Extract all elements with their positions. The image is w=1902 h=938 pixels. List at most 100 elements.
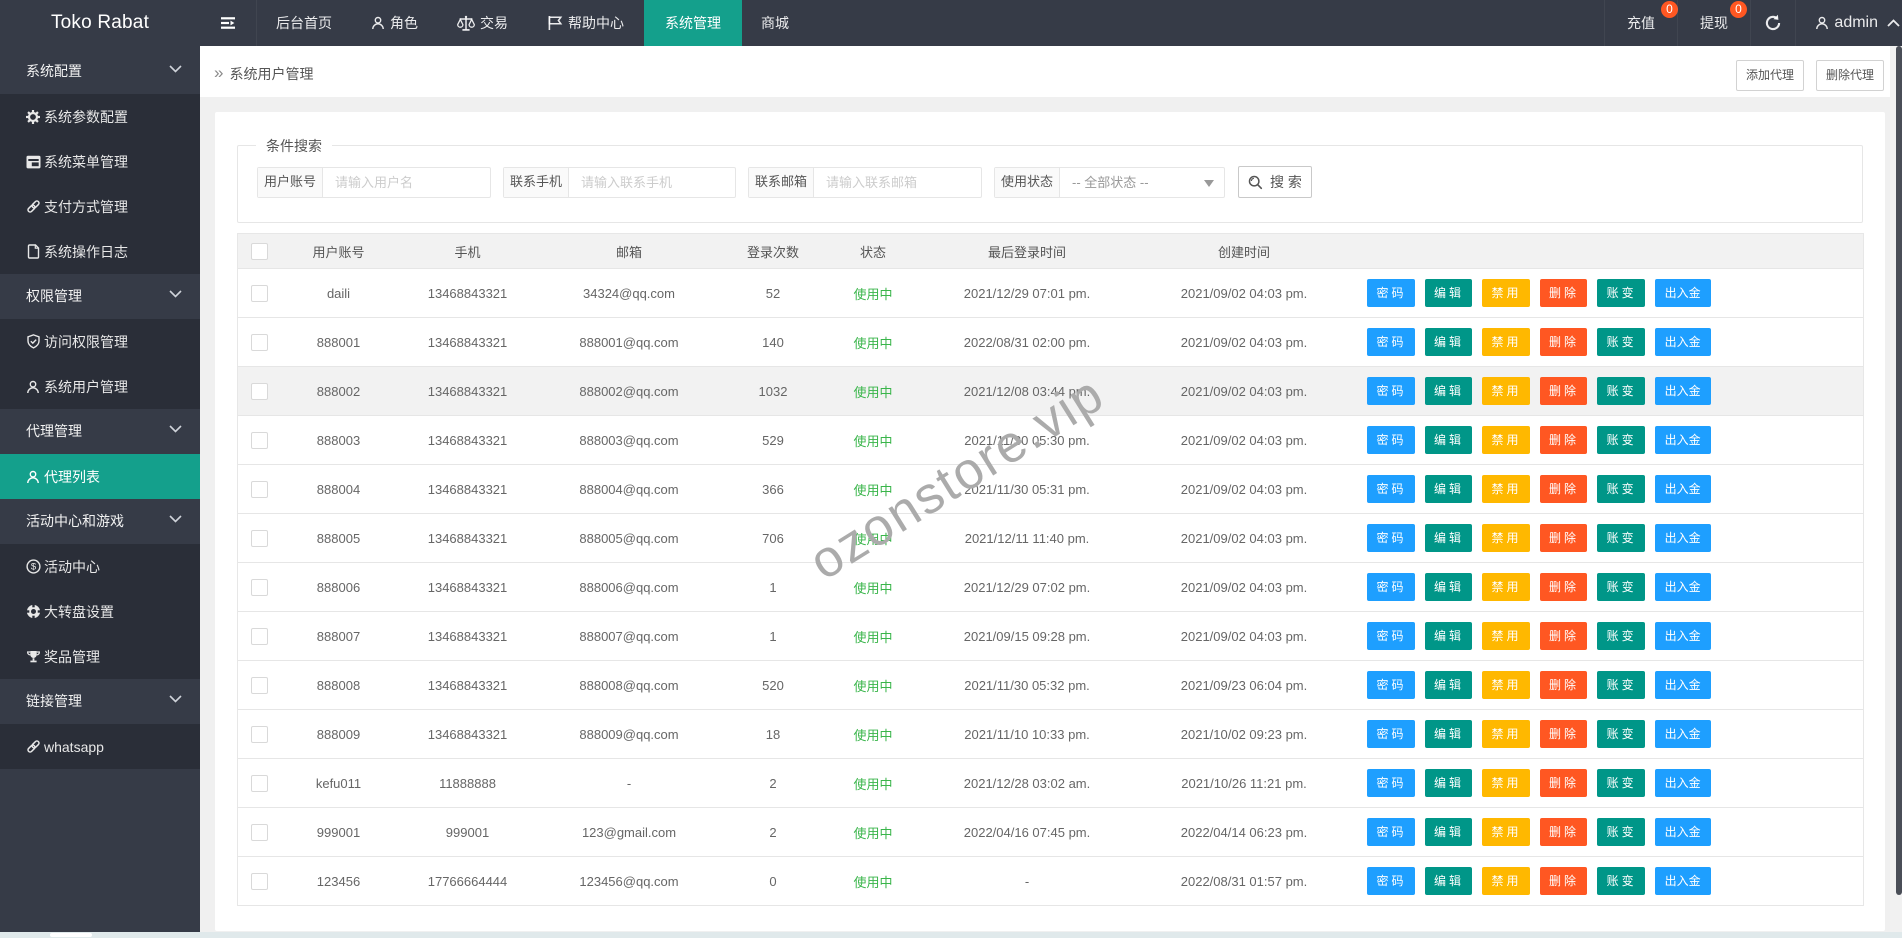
- nav-item-dashboard[interactable]: 后台首页: [257, 0, 352, 46]
- horizontal-scrollbar[interactable]: [0, 932, 1902, 938]
- action-deposit-withdraw-button[interactable]: 出入金: [1655, 573, 1711, 601]
- action-disable-button[interactable]: 禁用: [1482, 671, 1530, 699]
- row-checkbox[interactable]: [251, 775, 268, 792]
- action-edit-button[interactable]: 编辑: [1425, 671, 1473, 699]
- action-password-button[interactable]: 密码: [1367, 475, 1415, 503]
- action-disable-button[interactable]: 禁用: [1482, 720, 1530, 748]
- action-edit-button[interactable]: 编辑: [1425, 328, 1473, 356]
- action-disable-button[interactable]: 禁用: [1482, 328, 1530, 356]
- sidebar-item-system-menu[interactable]: 系统菜单管理: [0, 139, 200, 184]
- user-menu[interactable]: admin: [1795, 0, 1902, 46]
- action-disable-button[interactable]: 禁用: [1482, 769, 1530, 797]
- action-account-change-button[interactable]: 账变: [1597, 328, 1645, 356]
- sidebar-group-system-config[interactable]: 系统配置: [0, 49, 200, 94]
- action-delete-button[interactable]: 删除: [1540, 328, 1588, 356]
- action-password-button[interactable]: 密码: [1367, 720, 1415, 748]
- action-deposit-withdraw-button[interactable]: 出入金: [1655, 622, 1711, 650]
- action-account-change-button[interactable]: 账变: [1597, 867, 1645, 895]
- brand-logo[interactable]: Toko Rabat: [0, 0, 200, 46]
- nav-item-roles[interactable]: 角色: [352, 0, 438, 46]
- action-disable-button[interactable]: 禁用: [1482, 426, 1530, 454]
- status-select[interactable]: -- 全部状态 --: [1060, 168, 1224, 197]
- sidebar-item-prize-management[interactable]: 奖品管理: [0, 634, 200, 679]
- action-account-change-button[interactable]: 账变: [1597, 769, 1645, 797]
- action-edit-button[interactable]: 编辑: [1425, 622, 1473, 650]
- row-checkbox[interactable]: [251, 481, 268, 498]
- action-edit-button[interactable]: 编辑: [1425, 475, 1473, 503]
- action-account-change-button[interactable]: 账变: [1597, 279, 1645, 307]
- sidebar-item-whatsapp[interactable]: whatsapp: [0, 724, 200, 769]
- action-disable-button[interactable]: 禁用: [1482, 867, 1530, 895]
- sidebar-item-system-users[interactable]: 系统用户管理: [0, 364, 200, 409]
- action-disable-button[interactable]: 禁用: [1482, 377, 1530, 405]
- account-input[interactable]: [323, 168, 490, 197]
- action-password-button[interactable]: 密码: [1367, 671, 1415, 699]
- action-deposit-withdraw-button[interactable]: 出入金: [1655, 377, 1711, 405]
- sidebar-item-agent-list[interactable]: 代理列表: [0, 454, 200, 499]
- row-checkbox[interactable]: [251, 334, 268, 351]
- delete-agent-button[interactable]: 删除代理: [1816, 60, 1884, 91]
- withdraw-button[interactable]: 提现0: [1677, 0, 1750, 46]
- action-disable-button[interactable]: 禁用: [1482, 622, 1530, 650]
- action-edit-button[interactable]: 编辑: [1425, 769, 1473, 797]
- action-disable-button[interactable]: 禁用: [1482, 573, 1530, 601]
- action-delete-button[interactable]: 删除: [1540, 622, 1588, 650]
- action-account-change-button[interactable]: 账变: [1597, 671, 1645, 699]
- action-disable-button[interactable]: 禁用: [1482, 818, 1530, 846]
- row-checkbox[interactable]: [251, 824, 268, 841]
- action-account-change-button[interactable]: 账变: [1597, 524, 1645, 552]
- row-checkbox[interactable]: [251, 677, 268, 694]
- row-checkbox[interactable]: [251, 383, 268, 400]
- sidebar-group-agents[interactable]: 代理管理: [0, 409, 200, 454]
- horizontal-scrollbar-thumb[interactable]: [50, 933, 92, 937]
- action-password-button[interactable]: 密码: [1367, 573, 1415, 601]
- action-delete-button[interactable]: 删除: [1540, 867, 1588, 895]
- action-account-change-button[interactable]: 账变: [1597, 622, 1645, 650]
- action-account-change-button[interactable]: 账变: [1597, 475, 1645, 503]
- action-account-change-button[interactable]: 账变: [1597, 377, 1645, 405]
- row-checkbox[interactable]: [251, 726, 268, 743]
- sidebar-item-operation-logs[interactable]: 系统操作日志: [0, 229, 200, 274]
- action-deposit-withdraw-button[interactable]: 出入金: [1655, 279, 1711, 307]
- sidebar-group-activity-games[interactable]: 活动中心和游戏: [0, 499, 200, 544]
- action-password-button[interactable]: 密码: [1367, 377, 1415, 405]
- sidebar-group-links[interactable]: 链接管理: [0, 679, 200, 724]
- action-deposit-withdraw-button[interactable]: 出入金: [1655, 524, 1711, 552]
- action-delete-button[interactable]: 删除: [1540, 671, 1588, 699]
- action-delete-button[interactable]: 删除: [1540, 475, 1588, 503]
- row-checkbox[interactable]: [251, 628, 268, 645]
- action-password-button[interactable]: 密码: [1367, 279, 1415, 307]
- action-deposit-withdraw-button[interactable]: 出入金: [1655, 720, 1711, 748]
- action-edit-button[interactable]: 编辑: [1425, 377, 1473, 405]
- action-edit-button[interactable]: 编辑: [1425, 867, 1473, 895]
- sidebar-item-payment-methods[interactable]: 支付方式管理: [0, 184, 200, 229]
- email-input[interactable]: [814, 168, 981, 197]
- menu-toggle-button[interactable]: [200, 0, 257, 46]
- action-edit-button[interactable]: 编辑: [1425, 573, 1473, 601]
- recharge-button[interactable]: 充值0: [1604, 0, 1677, 46]
- sidebar-item-wheel-settings[interactable]: 大转盘设置: [0, 589, 200, 634]
- sidebar-item-activity-center[interactable]: $活动中心: [0, 544, 200, 589]
- row-checkbox[interactable]: [251, 873, 268, 890]
- action-password-button[interactable]: 密码: [1367, 622, 1415, 650]
- nav-item-mall[interactable]: 商城: [742, 0, 809, 46]
- action-password-button[interactable]: 密码: [1367, 426, 1415, 454]
- action-account-change-button[interactable]: 账变: [1597, 720, 1645, 748]
- action-edit-button[interactable]: 编辑: [1425, 818, 1473, 846]
- action-deposit-withdraw-button[interactable]: 出入金: [1655, 671, 1711, 699]
- action-delete-button[interactable]: 删除: [1540, 573, 1588, 601]
- search-button[interactable]: 搜 索: [1238, 166, 1312, 198]
- sidebar-item-system-params[interactable]: 系统参数配置: [0, 94, 200, 139]
- action-password-button[interactable]: 密码: [1367, 328, 1415, 356]
- vertical-scrollbar[interactable]: [1890, 46, 1902, 932]
- action-disable-button[interactable]: 禁用: [1482, 279, 1530, 307]
- nav-item-transactions[interactable]: 交易: [438, 0, 528, 46]
- row-checkbox[interactable]: [251, 530, 268, 547]
- action-deposit-withdraw-button[interactable]: 出入金: [1655, 818, 1711, 846]
- action-delete-button[interactable]: 删除: [1540, 769, 1588, 797]
- action-password-button[interactable]: 密码: [1367, 769, 1415, 797]
- row-checkbox[interactable]: [251, 579, 268, 596]
- action-account-change-button[interactable]: 账变: [1597, 818, 1645, 846]
- row-checkbox[interactable]: [251, 285, 268, 302]
- refresh-button[interactable]: [1750, 0, 1795, 46]
